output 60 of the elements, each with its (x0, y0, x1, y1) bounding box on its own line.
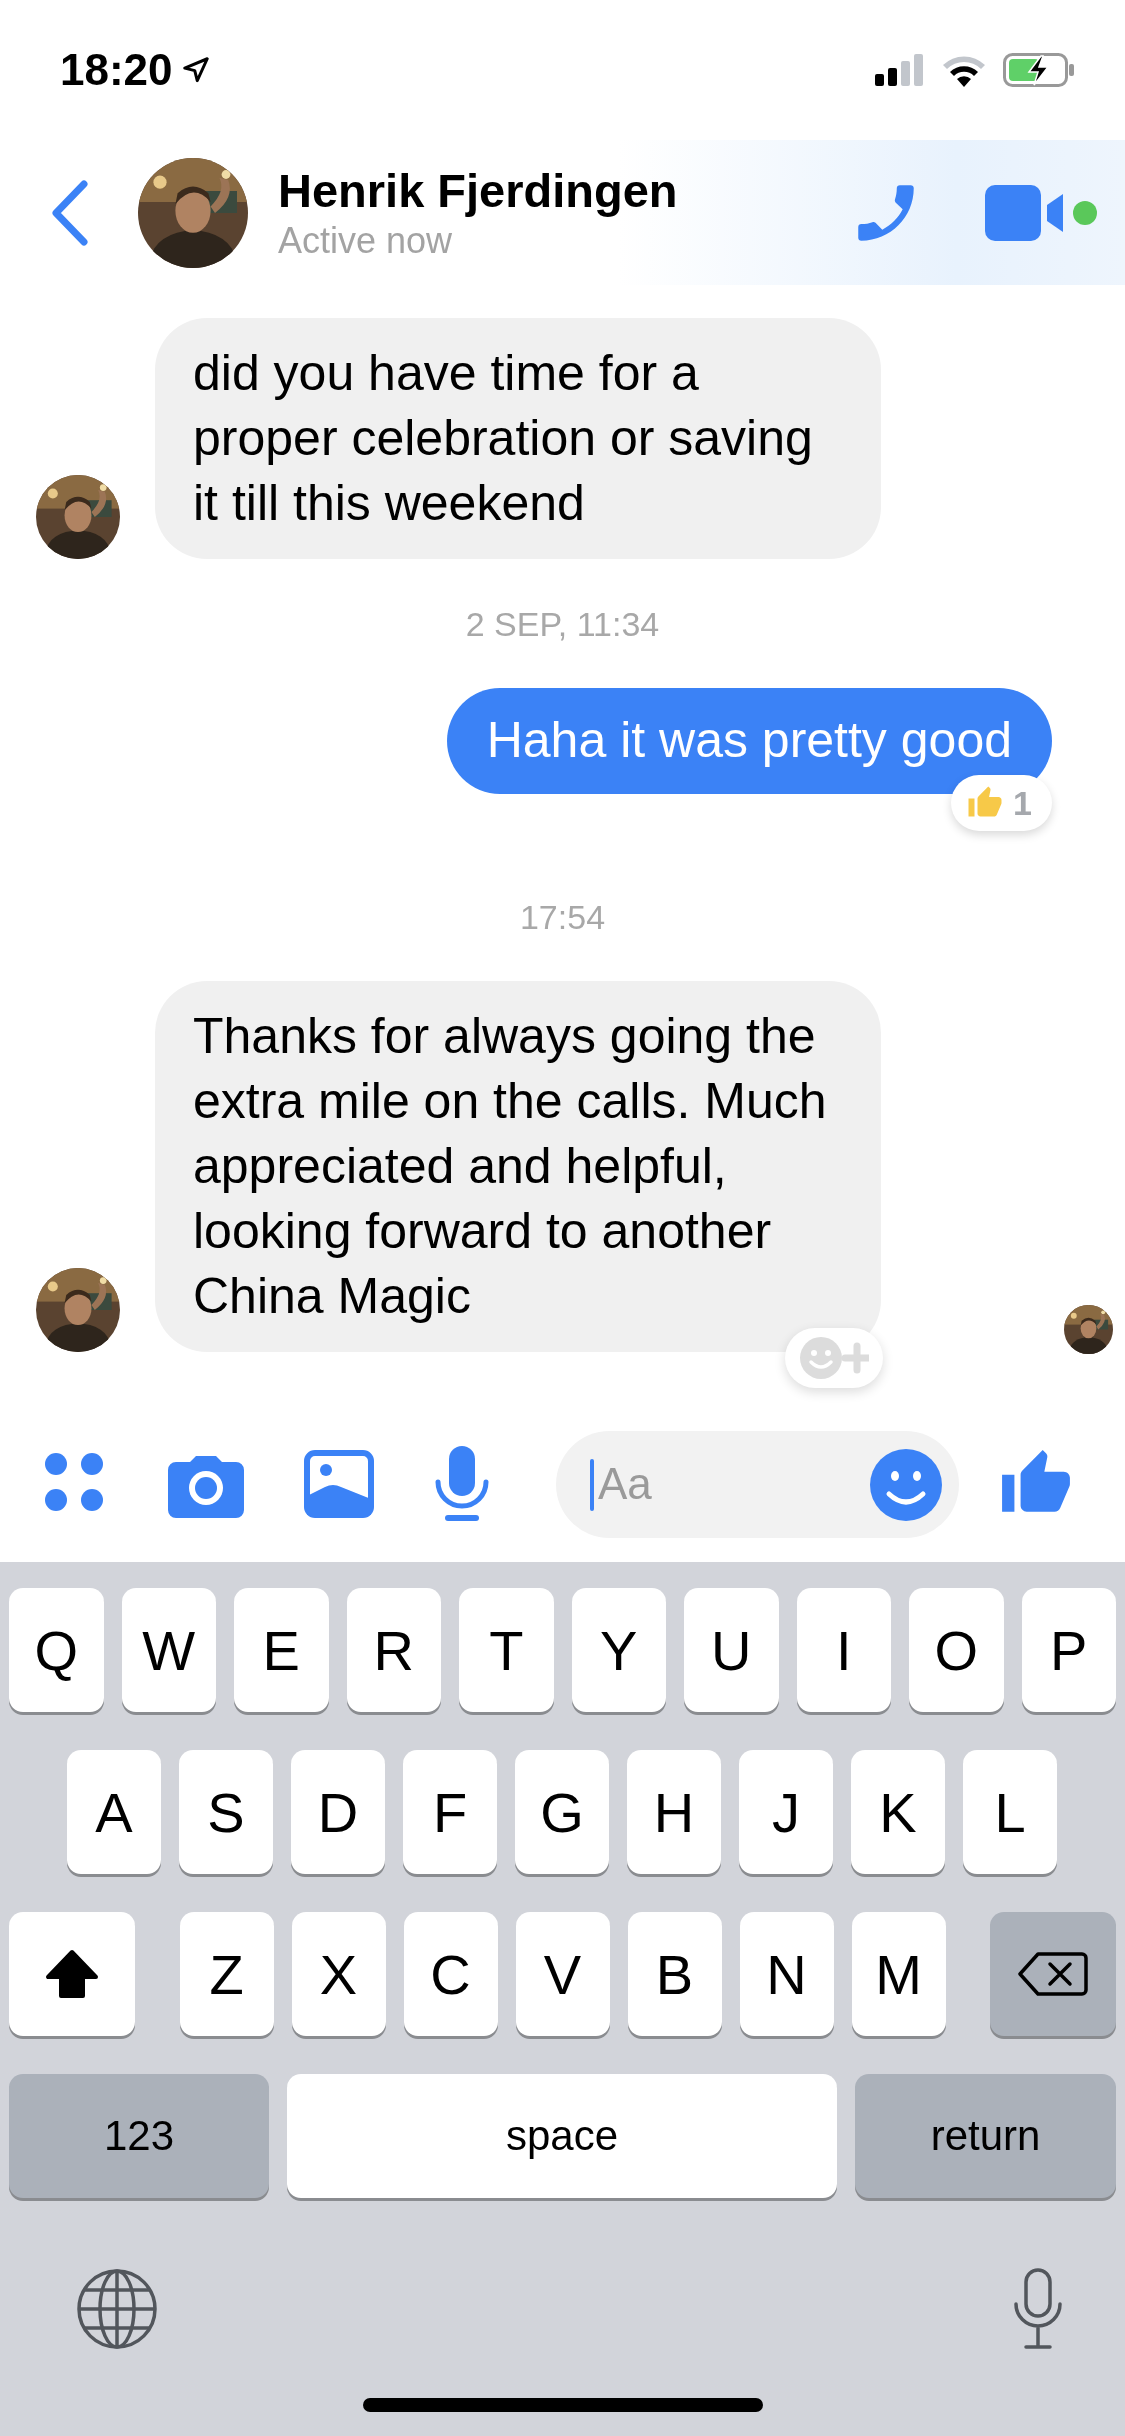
timestamp: 2 SEP, 11:34 (465, 605, 660, 644)
smiley-plus-icon (799, 1336, 869, 1380)
shift-key[interactable] (9, 1912, 135, 2036)
video-camera-icon (985, 184, 1065, 241)
backspace-key[interactable] (990, 1912, 1116, 2036)
image-icon (304, 1450, 374, 1518)
active-status: Active now (278, 218, 454, 263)
letter-key[interactable]: P (1021, 1588, 1116, 1712)
globe-button[interactable] (76, 2268, 158, 2350)
timestamp: 17:54 (519, 898, 606, 937)
clock-time: 18:20 (60, 45, 173, 95)
letter-key[interactable]: H (627, 1750, 721, 1874)
back-button[interactable] (50, 178, 90, 247)
microphone-icon (434, 1446, 490, 1522)
message-bubble: did you have time for a proper celebration or saving it till this weekend (155, 318, 881, 559)
wifi-icon (941, 53, 987, 87)
letter-key[interactable]: J (739, 1750, 833, 1874)
letter-key[interactable]: Z (179, 1912, 274, 2036)
back-icon (50, 178, 90, 247)
microphone-button[interactable] (434, 1446, 490, 1522)
letter-key[interactable]: G (515, 1750, 609, 1874)
letter-key[interactable]: W (121, 1588, 216, 1712)
letter-key[interactable]: T (459, 1588, 554, 1712)
signal-icon (875, 54, 925, 86)
letter-key[interactable]: E (234, 1588, 329, 1712)
letter-key[interactable]: L (963, 1750, 1057, 1874)
letter-key[interactable]: M (851, 1912, 946, 2036)
battery-icon (1003, 53, 1075, 87)
message-field[interactable]: Aa (556, 1430, 959, 1538)
backspace-icon (1018, 1951, 1088, 1997)
letter-key[interactable]: D (291, 1750, 385, 1874)
dictation-button[interactable] (1013, 2268, 1063, 2350)
contact-name: Henrik Fjerdingen (278, 162, 679, 219)
letter-key[interactable]: F (403, 1750, 497, 1874)
reaction-count: 1 (1013, 783, 1032, 823)
letter-key[interactable]: C (403, 1912, 498, 2036)
gallery-button[interactable] (304, 1450, 374, 1518)
video-call-button[interactable] (985, 184, 1065, 241)
numbers-key[interactable]: 123 (9, 2074, 269, 2198)
letter-key[interactable]: K (851, 1750, 945, 1874)
letter-key[interactable]: O (909, 1588, 1004, 1712)
letter-key[interactable]: X (291, 1912, 386, 2036)
smiley-icon (869, 1447, 943, 1522)
letter-key[interactable]: N (739, 1912, 834, 2036)
letter-key[interactable]: I (796, 1588, 891, 1712)
letter-key[interactable]: B (627, 1912, 722, 2036)
return-key[interactable]: return (855, 2074, 1116, 2198)
letter-key[interactable]: Q (9, 1588, 104, 1712)
emoji-button[interactable] (869, 1447, 943, 1522)
letter-key[interactable]: A (67, 1750, 161, 1874)
letter-key[interactable]: R (346, 1588, 441, 1712)
microphone-icon (1013, 2268, 1063, 2350)
letter-key[interactable]: S (179, 1750, 273, 1874)
letter-key[interactable]: Y (571, 1588, 666, 1712)
location-arrow-icon (180, 55, 211, 85)
globe-icon (76, 2268, 158, 2350)
shift-icon (45, 1949, 99, 1999)
space-key[interactable]: space (287, 2074, 837, 2198)
letter-key[interactable]: V (515, 1912, 610, 2036)
letter-key[interactable]: U (684, 1588, 779, 1712)
